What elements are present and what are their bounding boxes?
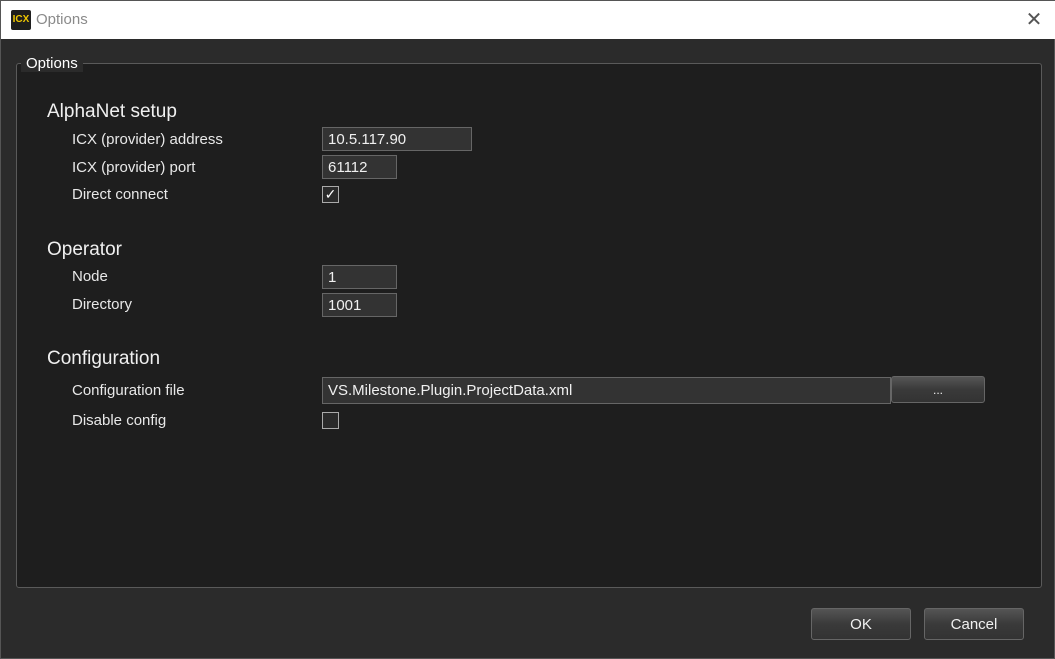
- close-icon[interactable]: ✕: [1021, 7, 1047, 33]
- direct-connect-checkbox[interactable]: ✓: [322, 186, 339, 203]
- node-input[interactable]: [322, 265, 397, 289]
- operator-heading: Operator: [47, 239, 122, 260]
- port-input[interactable]: [322, 155, 397, 179]
- disable-config-label: Disable config: [72, 412, 167, 429]
- configuration-heading: Configuration: [47, 348, 161, 369]
- window-title: Options: [36, 11, 88, 28]
- ok-button[interactable]: OK: [811, 608, 911, 640]
- address-input[interactable]: [322, 127, 472, 151]
- config-file-label: Configuration file: [72, 382, 185, 399]
- direct-connect-label: Direct connect: [72, 186, 168, 203]
- cancel-button[interactable]: Cancel: [924, 608, 1024, 640]
- port-label: ICX (provider) port: [72, 159, 196, 176]
- node-label: Node: [72, 268, 108, 285]
- config-file-input[interactable]: [322, 377, 891, 404]
- app-logo-icon: ICX: [11, 10, 31, 30]
- title-bar: ICX Options ✕: [1, 1, 1055, 39]
- browse-button[interactable]: ...: [891, 376, 985, 403]
- alphanet-heading: AlphaNet setup: [47, 101, 177, 122]
- group-legend: Options: [21, 55, 83, 72]
- directory-input[interactable]: [322, 293, 397, 317]
- disable-config-checkbox[interactable]: [322, 412, 339, 429]
- directory-label: Directory: [72, 296, 133, 313]
- address-label: ICX (provider) address: [72, 131, 223, 148]
